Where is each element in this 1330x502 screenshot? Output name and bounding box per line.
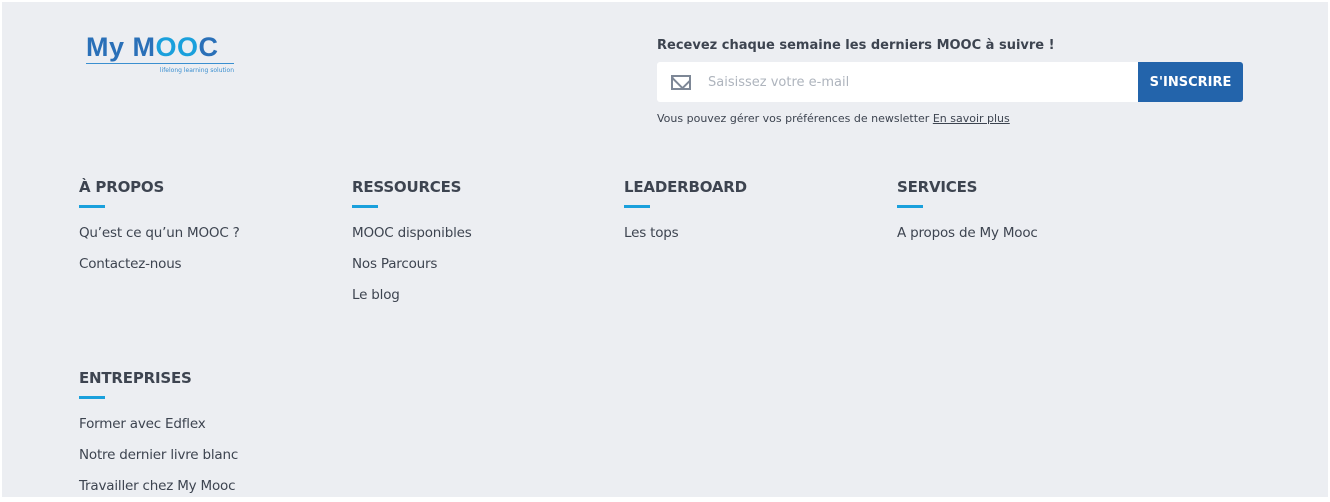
logo[interactable]: My MOOC lifelong learning solution (86, 32, 236, 78)
column-title: LEADERBOARD (624, 178, 747, 196)
footer-link[interactable]: Former avec Edflex (79, 409, 238, 440)
footer-link[interactable]: Nos Parcours (352, 249, 472, 280)
footer-link[interactable]: Travailler chez My Mooc (79, 471, 238, 502)
column-accent-bar (352, 205, 378, 208)
footer-column-a-propos: À PROPOS Qu’est ce qu’un MOOC ? Contacte… (79, 178, 240, 280)
logo-wordmark: My MOOC (86, 32, 219, 62)
column-title: SERVICES (897, 178, 978, 196)
footer-link[interactable]: Qu’est ce qu’un MOOC ? (79, 218, 240, 249)
footer-link[interactable]: Contactez-nous (79, 249, 240, 280)
learn-more-link[interactable]: En savoir plus (933, 112, 1010, 125)
column-title: RESSOURCES (352, 178, 462, 196)
footer-link[interactable]: A propos de My Mooc (897, 218, 1038, 249)
footer-link[interactable]: Les tops (624, 218, 747, 249)
footer-link[interactable]: MOOC disponibles (352, 218, 472, 249)
footer-column-ressources: RESSOURCES MOOC disponibles Nos Parcours… (352, 178, 472, 311)
logo-tagline: lifelong learning solution (159, 67, 234, 74)
column-title: ENTREPRISES (79, 369, 192, 387)
email-input[interactable] (708, 74, 1108, 90)
column-accent-bar (79, 205, 105, 208)
column-accent-bar (79, 396, 105, 399)
footer-column-services: SERVICES A propos de My Mooc (897, 178, 1038, 249)
email-field-wrapper (657, 62, 1138, 102)
newsletter-title: Recevez chaque semaine les derniers MOOC… (657, 38, 1055, 53)
column-title: À PROPOS (79, 178, 165, 196)
newsletter-note: Vous pouvez gérer vos préférences de new… (657, 112, 1010, 125)
footer-link[interactable]: Notre dernier livre blanc (79, 440, 238, 471)
footer: My MOOC lifelong learning solution Recev… (2, 2, 1328, 497)
footer-link[interactable]: Le blog (352, 280, 472, 311)
column-accent-bar (897, 205, 923, 208)
column-accent-bar (624, 205, 650, 208)
envelope-icon (671, 74, 691, 90)
newsletter-form: S'INSCRIRE (657, 62, 1243, 102)
subscribe-button[interactable]: S'INSCRIRE (1138, 62, 1243, 102)
footer-column-entreprises: ENTREPRISES Former avec Edflex Notre der… (79, 369, 238, 502)
newsletter-note-text: Vous pouvez gérer vos préférences de new… (657, 112, 930, 125)
logo-underline (86, 63, 234, 64)
footer-column-leaderboard: LEADERBOARD Les tops (624, 178, 747, 249)
